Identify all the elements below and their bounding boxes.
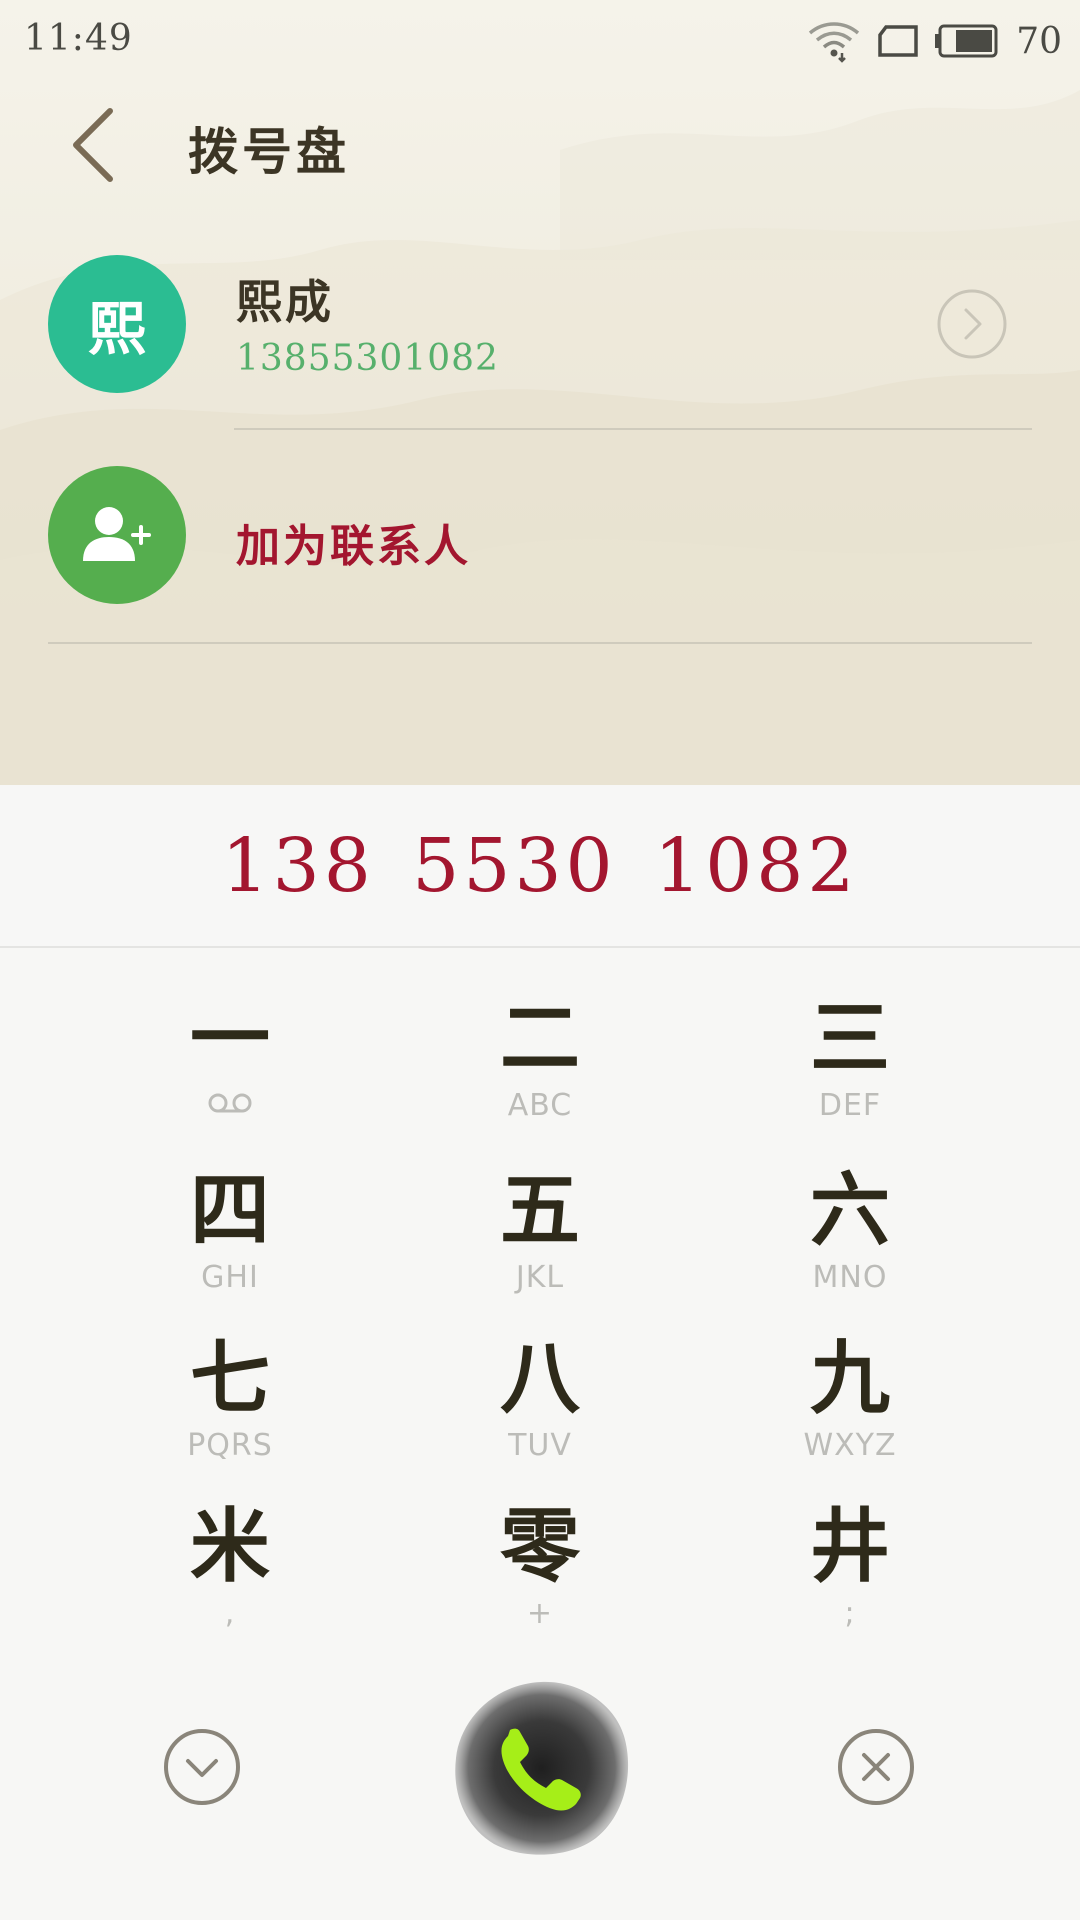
key-digit: 八 <box>500 1331 580 1425</box>
key-2[interactable]: 二 ABC <box>420 990 660 1150</box>
voicemail-sub <box>110 1086 350 1126</box>
wifi-icon <box>809 22 860 63</box>
contact-number: 13855301082 <box>236 338 499 379</box>
key-8[interactable]: 八 TUV <box>420 1330 660 1490</box>
key-4[interactable]: 四 GHI <box>110 1162 350 1322</box>
key-digit: 三 <box>810 991 890 1085</box>
key-star[interactable]: 米 , <box>110 1498 350 1658</box>
key-letters: ; <box>844 1596 856 1631</box>
contact-name: 熙成 <box>236 275 334 329</box>
clear-button[interactable] <box>836 1727 916 1807</box>
divider <box>234 428 1032 430</box>
chevron-down-circle-icon <box>164 1729 240 1805</box>
key-letters: WXYZ <box>803 1428 897 1463</box>
key-letters: TUV <box>508 1428 572 1463</box>
key-digit: 四 <box>190 1163 270 1257</box>
divider <box>48 642 1032 644</box>
key-letters: ABC <box>507 1088 573 1123</box>
number-display: 138 5530 1082 <box>0 786 1080 948</box>
back-chevron-icon <box>73 108 113 182</box>
status-time: 11:49 <box>24 18 133 59</box>
key-letters: , <box>224 1596 236 1631</box>
key-0[interactable]: 零 + <box>420 1498 660 1658</box>
key-letters: MNO <box>812 1260 888 1295</box>
battery-icon <box>935 24 998 58</box>
dial-keypad: 一 二 ABC 三 DEF 四 GHI 五 JKL 六 MNO 七 PQRS 八… <box>0 990 1080 1670</box>
key-letters: + <box>526 1596 554 1631</box>
key-digit: 七 <box>190 1331 270 1425</box>
key-5[interactable]: 五 JKL <box>420 1162 660 1322</box>
battery-level: 70 <box>1016 20 1062 62</box>
key-digit: 零 <box>500 1499 580 1593</box>
dialed-number: 138 5530 1082 <box>221 823 859 909</box>
page-title: 拨号盘 <box>188 122 350 181</box>
call-button[interactable] <box>446 1674 636 1864</box>
contact-avatar: 熙 <box>48 255 186 393</box>
key-digit: 一 <box>190 991 270 1085</box>
key-digit: 米 <box>190 1499 270 1593</box>
add-contact-row[interactable]: 加为联系人 <box>0 466 1080 606</box>
voicemail-icon <box>208 1093 252 1113</box>
contact-match-panel: 11:49 70 拨号盘 熙 熙成 13855301082 加为联系人 <box>0 0 1080 785</box>
collapse-keypad-button[interactable] <box>162 1727 242 1807</box>
key-9[interactable]: 九 WXYZ <box>730 1330 970 1490</box>
key-6[interactable]: 六 MNO <box>730 1162 970 1322</box>
key-digit: 六 <box>810 1163 890 1257</box>
key-digit: 井 <box>810 1499 890 1593</box>
dialer-screen: 11:49 70 拨号盘 熙 熙成 13855301082 加为联系人 138 … <box>0 0 1080 1920</box>
close-circle-icon <box>838 1729 914 1805</box>
status-icons: 70 <box>806 16 1062 66</box>
key-1[interactable]: 一 <box>110 990 350 1150</box>
status-bar: 11:49 70 <box>0 0 1080 80</box>
key-letters: GHI <box>201 1260 259 1295</box>
key-digit: 九 <box>810 1331 890 1425</box>
back-button[interactable] <box>52 100 132 190</box>
sim-card-icon <box>878 25 918 57</box>
key-digit: 五 <box>500 1163 580 1257</box>
add-contact-label: 加为联系人 <box>236 521 471 572</box>
key-letters: PQRS <box>187 1428 273 1463</box>
ink-blot-background <box>455 1681 629 1855</box>
add-person-icon <box>83 507 151 561</box>
add-contact-avatar <box>48 466 186 604</box>
key-letters: JKL <box>515 1260 565 1295</box>
key-letters: DEF <box>818 1088 882 1123</box>
key-3[interactable]: 三 DEF <box>730 990 970 1150</box>
contact-match-row[interactable]: 熙 熙成 13855301082 <box>0 250 1080 430</box>
key-7[interactable]: 七 PQRS <box>110 1330 350 1490</box>
chevron-right-circle-icon <box>937 289 1007 359</box>
key-hash[interactable]: 井 ; <box>730 1498 970 1658</box>
contact-detail-button[interactable] <box>936 288 1008 360</box>
key-digit: 二 <box>500 991 580 1085</box>
